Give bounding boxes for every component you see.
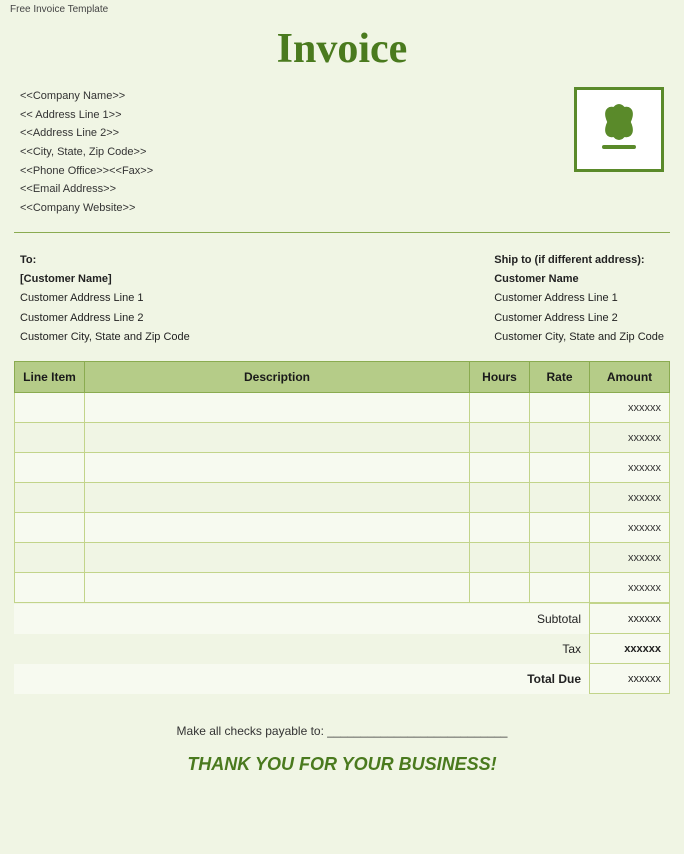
- company-email: <<Email Address>>: [20, 180, 153, 199]
- ship-to-address2: Customer Address Line 2: [494, 309, 664, 328]
- subtotal-value: xxxxxx: [590, 604, 670, 634]
- table-section: Line Item Description Hours Rate Amount …: [0, 361, 684, 603]
- cell-amount: xxxxxx: [590, 543, 670, 573]
- divider: [14, 232, 670, 233]
- tax-label: Tax: [14, 634, 590, 664]
- footer-section: Make all checks payable to: ____________…: [0, 694, 684, 785]
- table-row: xxxxxx: [15, 453, 670, 483]
- cell-amount: xxxxxx: [590, 483, 670, 513]
- ship-to-address1: Customer Address Line 1: [494, 289, 664, 308]
- cell-amount: xxxxxx: [590, 423, 670, 453]
- ship-to-label: Ship to (if different address):: [494, 251, 664, 270]
- title-section: Invoice: [0, 19, 684, 83]
- invoice-table: Line Item Description Hours Rate Amount …: [14, 361, 670, 603]
- cell-amount: xxxxxx: [590, 393, 670, 423]
- top-bar-label: Free Invoice Template: [10, 4, 108, 15]
- cell-amount: xxxxxx: [590, 513, 670, 543]
- table-row: xxxxxx: [15, 543, 670, 573]
- cell-description: [85, 513, 470, 543]
- table-row: xxxxxx: [15, 423, 670, 453]
- total-due-row: Total Due xxxxxx: [14, 664, 670, 694]
- bill-to-label: To:: [20, 251, 190, 270]
- tax-row: Tax xxxxxx: [14, 634, 670, 664]
- cell-line-item: [15, 483, 85, 513]
- totals-section: Subtotal xxxxxx Tax xxxxxx Total Due xxx…: [0, 603, 684, 694]
- invoice-title: Invoice: [0, 25, 684, 73]
- col-header-amount: Amount: [590, 362, 670, 393]
- cell-amount: xxxxxx: [590, 453, 670, 483]
- cell-hours: [470, 423, 530, 453]
- bill-to-address1: Customer Address Line 1: [20, 289, 190, 308]
- logo-box: [574, 87, 664, 172]
- cell-hours: [470, 573, 530, 603]
- company-address2: <<Address Line 2>>: [20, 124, 153, 143]
- company-phone: <<Phone Office>><<Fax>>: [20, 162, 153, 181]
- cell-line-item: [15, 543, 85, 573]
- ship-to-city-state-zip: Customer City, State and Zip Code: [494, 328, 664, 347]
- bill-to-city-state-zip: Customer City, State and Zip Code: [20, 328, 190, 347]
- bill-to: To: [Customer Name] Customer Address Lin…: [20, 251, 190, 347]
- company-info: <<Company Name>> << Address Line 1>> <<A…: [20, 87, 153, 218]
- top-bar: Free Invoice Template: [0, 0, 684, 19]
- cell-hours: [470, 483, 530, 513]
- bill-to-address2: Customer Address Line 2: [20, 309, 190, 328]
- cell-description: [85, 483, 470, 513]
- cell-description: [85, 543, 470, 573]
- cell-hours: [470, 543, 530, 573]
- subtotal-label: Subtotal: [14, 604, 590, 634]
- company-city-state-zip: <<City, State, Zip Code>>: [20, 143, 153, 162]
- cell-line-item: [15, 423, 85, 453]
- company-address1: << Address Line 1>>: [20, 106, 153, 125]
- logo-icon: [584, 97, 654, 162]
- table-row: xxxxxx: [15, 513, 670, 543]
- cell-amount: xxxxxx: [590, 573, 670, 603]
- col-header-rate: Rate: [530, 362, 590, 393]
- cell-line-item: [15, 393, 85, 423]
- cell-hours: [470, 513, 530, 543]
- cell-rate: [530, 513, 590, 543]
- table-header-row: Line Item Description Hours Rate Amount: [15, 362, 670, 393]
- cell-rate: [530, 483, 590, 513]
- total-due-label: Total Due: [14, 664, 590, 694]
- bill-section: To: [Customer Name] Customer Address Lin…: [0, 243, 684, 361]
- company-name: <<Company Name>>: [20, 87, 153, 106]
- ship-to-customer-name: Customer Name: [494, 270, 664, 289]
- invoice-page: Free Invoice Template Invoice <<Company …: [0, 0, 684, 854]
- header-section: <<Company Name>> << Address Line 1>> <<A…: [0, 83, 684, 232]
- col-header-hours: Hours: [470, 362, 530, 393]
- cell-description: [85, 393, 470, 423]
- cell-line-item: [15, 453, 85, 483]
- tax-value: xxxxxx: [590, 634, 670, 664]
- bill-to-customer-name: [Customer Name]: [20, 270, 190, 289]
- totals-table: Subtotal xxxxxx Tax xxxxxx Total Due xxx…: [14, 603, 670, 694]
- col-header-line-item: Line Item: [15, 362, 85, 393]
- cell-rate: [530, 573, 590, 603]
- col-header-description: Description: [85, 362, 470, 393]
- thank-you: THANK YOU FOR YOUR BUSINESS!: [20, 754, 664, 775]
- subtotal-row: Subtotal xxxxxx: [14, 604, 670, 634]
- cell-rate: [530, 423, 590, 453]
- total-due-value: xxxxxx: [590, 664, 670, 694]
- company-website: <<Company Website>>: [20, 199, 153, 218]
- cell-line-item: [15, 573, 85, 603]
- cell-line-item: [15, 513, 85, 543]
- ship-to: Ship to (if different address): Customer…: [494, 251, 664, 347]
- cell-hours: [470, 453, 530, 483]
- table-row: xxxxxx: [15, 483, 670, 513]
- cell-description: [85, 573, 470, 603]
- cell-hours: [470, 393, 530, 423]
- table-row: xxxxxx: [15, 393, 670, 423]
- table-body: xxxxxx xxxxxx xxxxxx xxxxxx xxxxxx: [15, 393, 670, 603]
- cell-description: [85, 423, 470, 453]
- table-row: xxxxxx: [15, 573, 670, 603]
- cell-rate: [530, 453, 590, 483]
- cell-rate: [530, 393, 590, 423]
- payable-line: Make all checks payable to: ____________…: [20, 724, 664, 738]
- cell-description: [85, 453, 470, 483]
- cell-rate: [530, 543, 590, 573]
